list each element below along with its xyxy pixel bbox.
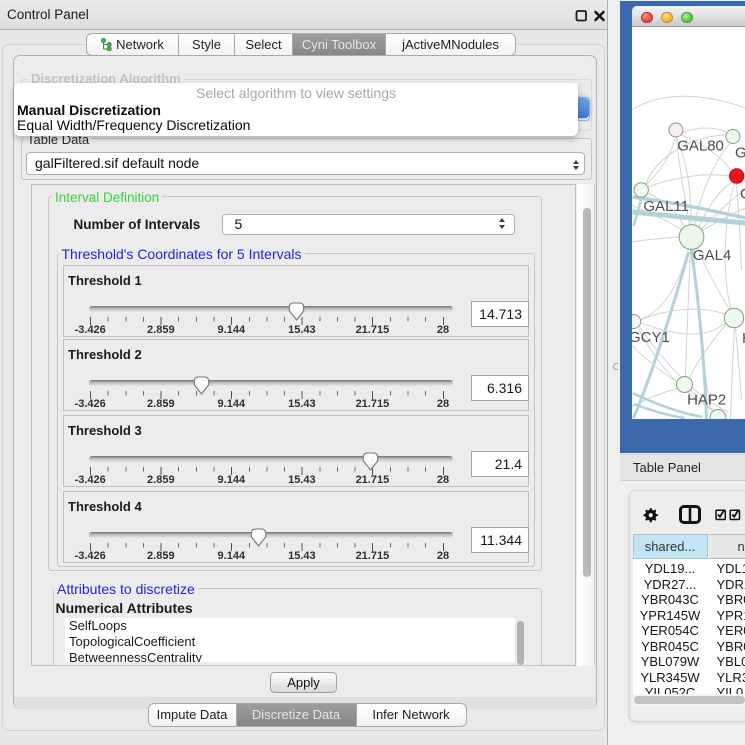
svg-text:GAL11: GAL11 — [643, 198, 689, 215]
svg-text:GA: GA — [735, 145, 745, 162]
svg-text:HAP2: HAP2 — [687, 392, 726, 409]
svg-text:C: C — [740, 186, 745, 203]
svg-text:GAL80: GAL80 — [677, 138, 724, 155]
svg-text:H: H — [742, 330, 745, 347]
svg-text:GAL4: GAL4 — [692, 247, 730, 264]
svg-text:GCY1: GCY1 — [632, 329, 670, 346]
